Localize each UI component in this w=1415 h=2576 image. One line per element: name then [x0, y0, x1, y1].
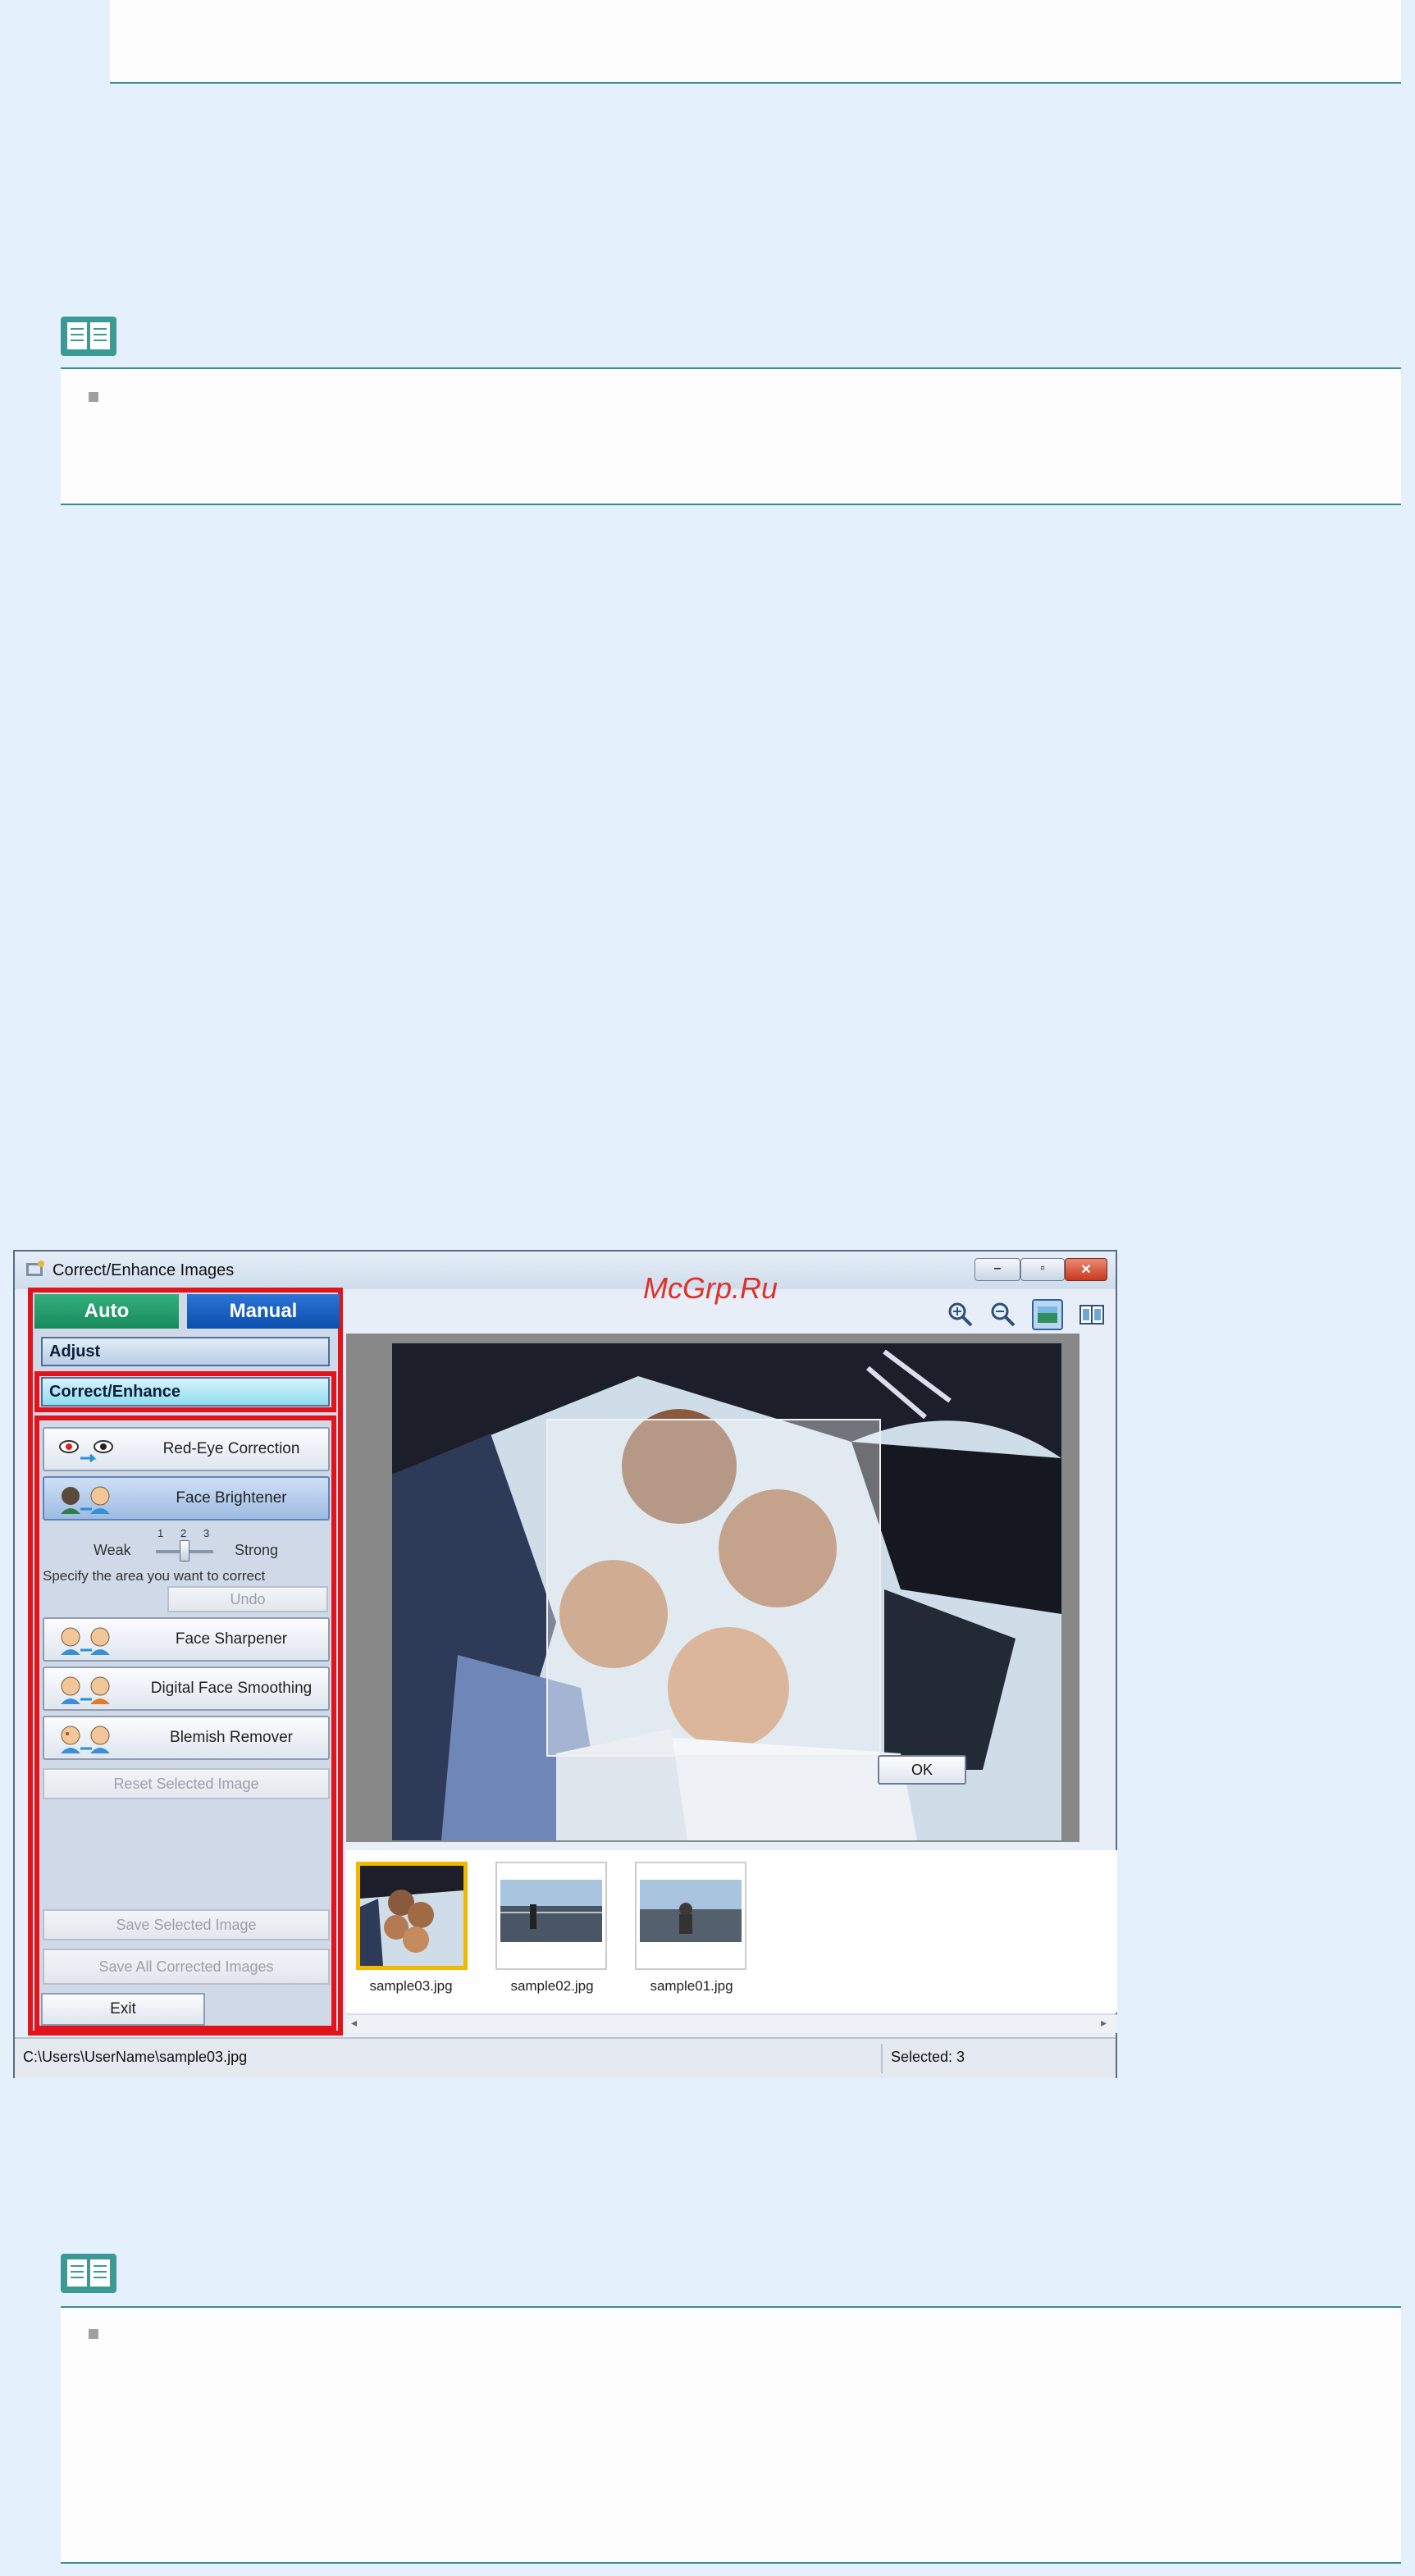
slider-tick-1: 1 [157, 1527, 164, 1539]
note-box [61, 2306, 1401, 2564]
maximize-icon: ▫ [1040, 1261, 1045, 1275]
instruction-text: Specify the area you want to correct [43, 1568, 266, 1584]
thumbnail-scrollbar[interactable]: ◂ ▸ [346, 2014, 1117, 2033]
adjust-button[interactable]: Adjust [41, 1337, 330, 1366]
slider-tick-2: 2 [180, 1527, 187, 1539]
blemish-remover-button[interactable]: Blemish Remover [43, 1716, 330, 1760]
left-panel: Auto Manual Adjust Correct/Enhance Red-E… [28, 1288, 343, 2036]
title-bar: Correct/Enhance Images McGrp.Ru – ▫ ✕ [15, 1252, 1116, 1305]
status-bar: C:\Users\UserName\sample03.jpg Selected:… [15, 2037, 1116, 2078]
save-all-corrected-images-button[interactable]: Save All Corrected Images [43, 1949, 330, 1985]
thumbnail-label: sample01.jpg [650, 1978, 733, 1994]
exit-button[interactable]: Exit [41, 1993, 205, 2026]
top-content-box [110, 0, 1401, 84]
red-eye-correction-button[interactable]: Red-Eye Correction [43, 1427, 330, 1471]
scroll-right-icon[interactable]: ▸ [1101, 2016, 1107, 2030]
slider-weak-label: Weak [94, 1542, 131, 1558]
watermark: McGrp.Ru [643, 1271, 778, 1305]
close-icon: ✕ [1080, 1263, 1092, 1277]
thumbnail-image [637, 1863, 745, 1968]
status-selected-count: Selected: 3 [891, 2049, 965, 2065]
thumbnail-sample02[interactable] [495, 1862, 607, 1970]
zoom-in-icon[interactable] [945, 1299, 976, 1330]
red-eye-icon [59, 1440, 113, 1463]
scroll-left-icon[interactable]: ◂ [351, 2016, 357, 2030]
face-sharpener-label: Face Sharpener [175, 1630, 288, 1648]
thumbnail-label: sample03.jpg [369, 1978, 453, 1994]
reset-selected-image-button[interactable]: Reset Selected Image [43, 1768, 330, 1799]
face-brightener-button[interactable]: Face Brightener [43, 1476, 330, 1521]
note-book-icon [61, 2254, 116, 2293]
close-button[interactable]: ✕ [1065, 1258, 1107, 1281]
save-selected-image-button[interactable]: Save Selected Image [43, 1909, 330, 1940]
tab-manual[interactable]: Manual [187, 1294, 340, 1329]
tab-auto[interactable]: Auto [34, 1294, 179, 1329]
note-bullet [89, 392, 98, 402]
minimize-icon: – [993, 1261, 1002, 1275]
thumbnail-sample01[interactable] [635, 1862, 746, 1970]
face-brightener-icon [61, 1486, 110, 1514]
digital-face-smoothing-icon [61, 1676, 110, 1704]
correct-enhance-window: Correct/Enhance Images McGrp.Ru – ▫ ✕ Au… [13, 1250, 1117, 2078]
window-title: Correct/Enhance Images [52, 1261, 235, 1279]
note-box [61, 367, 1401, 505]
slider-tick-3: 3 [203, 1527, 210, 1539]
blemish-remover-label: Blemish Remover [170, 1729, 293, 1746]
zoom-out-icon[interactable] [988, 1299, 1019, 1330]
slider-thumb[interactable] [180, 1540, 189, 1562]
maximize-button[interactable]: ▫ [1020, 1258, 1065, 1281]
minimize-button[interactable]: – [975, 1258, 1020, 1281]
face-sharpener-icon [61, 1627, 110, 1655]
correction-area-selection[interactable] [546, 1419, 881, 1757]
thumbnail-sample03[interactable] [356, 1862, 468, 1970]
face-brightener-label: Face Brightener [176, 1489, 287, 1507]
red-eye-correction-label: Red-Eye Correction [162, 1440, 300, 1457]
status-divider [881, 2044, 883, 2073]
app-icon [26, 1261, 44, 1276]
whole-image-icon[interactable] [1032, 1299, 1063, 1330]
correct-enhance-button[interactable]: Correct/Enhance [41, 1377, 330, 1407]
digital-face-smoothing-button[interactable]: Digital Face Smoothing [43, 1666, 330, 1711]
note-bullet [89, 2329, 98, 2339]
note-book-icon [61, 317, 116, 356]
face-sharpener-button[interactable]: Face Sharpener [43, 1617, 330, 1662]
thumbnail-label: sample02.jpg [510, 1978, 594, 1994]
ok-button[interactable]: OK [878, 1755, 966, 1785]
thumbnail-image [360, 1866, 463, 1966]
slider-strong-label: Strong [235, 1542, 279, 1558]
status-file-path: C:\Users\UserName\sample03.jpg [23, 2049, 248, 2065]
blemish-remover-icon [61, 1726, 110, 1753]
compare-icon[interactable] [1076, 1299, 1107, 1330]
undo-button[interactable]: Undo [167, 1586, 328, 1612]
digital-face-smoothing-label: Digital Face Smoothing [150, 1680, 313, 1697]
thumbnail-image [497, 1863, 605, 1968]
